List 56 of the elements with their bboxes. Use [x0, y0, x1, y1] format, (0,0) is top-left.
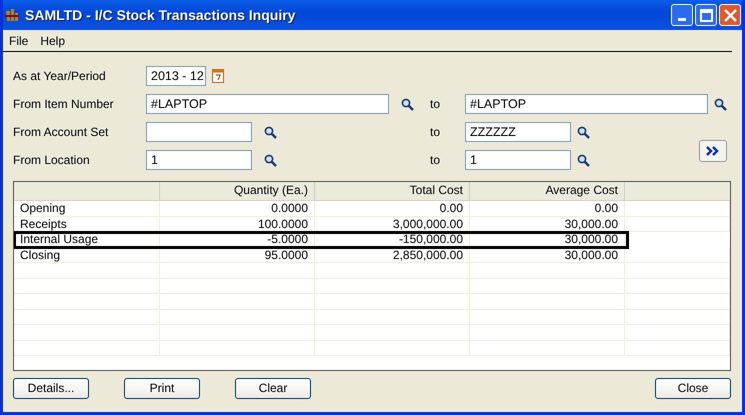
table-cell: 2,850,000.00 — [315, 248, 470, 262]
table-cell: Opening — [14, 201, 160, 216]
table-cell: 30,000.00 — [470, 248, 625, 262]
app-icon — [4, 7, 20, 23]
close-icon — [724, 8, 736, 22]
table-cell: 100.0000 — [160, 216, 315, 231]
table-cell: 30,000.00 — [470, 232, 625, 246]
minimize-icon — [678, 18, 686, 20]
table-cell: -5.0000 — [160, 232, 315, 246]
search-icon[interactable] — [264, 126, 277, 138]
search-icon[interactable] — [714, 98, 727, 110]
menu-item[interactable]: Help — [40, 34, 66, 48]
field-label: to — [430, 153, 442, 167]
minimize-button[interactable] — [671, 4, 693, 26]
table-cell: 0.0000 — [160, 201, 315, 216]
search-icon[interactable] — [577, 154, 590, 166]
table-cell: 0.00 — [315, 201, 470, 216]
field-label: From Account Set — [13, 125, 110, 139]
action-button[interactable]: Close — [655, 378, 731, 398]
field-label: From Location — [13, 153, 91, 167]
calendar-icon[interactable] — [212, 69, 224, 83]
input-field[interactable]: #LAPTOP — [146, 94, 389, 114]
table-cell: Receipts — [14, 216, 160, 231]
input-field[interactable] — [146, 122, 252, 142]
action-button[interactable]: Details... — [13, 378, 89, 398]
table-cell: 0.00 — [470, 201, 625, 216]
input-field[interactable]: 1 — [146, 150, 252, 170]
search-icon[interactable] — [264, 154, 277, 166]
field-label: From Item Number — [13, 97, 115, 111]
table-cell: 95.0000 — [160, 248, 315, 262]
close-button[interactable] — [719, 4, 741, 26]
field-label: to — [430, 97, 442, 111]
maximize-icon — [700, 8, 712, 22]
forward-button[interactable] — [699, 140, 727, 162]
search-icon[interactable] — [401, 98, 414, 110]
double-chevron-icon — [706, 146, 720, 156]
search-icon[interactable] — [577, 126, 590, 138]
table-cell: Closing — [14, 248, 160, 262]
table-cell: Internal Usage — [14, 232, 160, 246]
table-cell: 3,000,000.00 — [315, 216, 470, 231]
table-cell: -150,000.00 — [315, 232, 470, 246]
column-header[interactable]: Total Cost — [315, 182, 470, 200]
table-cell: 30,000.00 — [470, 216, 625, 231]
action-button[interactable]: Print — [124, 378, 200, 398]
window-title: SAMLTD - I/C Stock Transactions Inquiry — [25, 7, 296, 23]
column-header[interactable]: Quantity (Ea.) — [160, 182, 315, 200]
input-field[interactable]: 1 — [465, 150, 571, 170]
menu-item[interactable]: File — [9, 34, 28, 48]
maximize-button[interactable] — [695, 4, 717, 26]
column-header[interactable]: Average Cost — [470, 182, 625, 200]
input-field[interactable]: #LAPTOP — [465, 94, 708, 114]
field-label: to — [430, 125, 442, 139]
action-button[interactable]: Clear — [235, 378, 311, 398]
input-field[interactable]: 2013 - 12 — [146, 66, 206, 86]
field-label: As at Year/Period — [13, 69, 107, 83]
input-field[interactable]: ZZZZZZ — [465, 122, 571, 142]
